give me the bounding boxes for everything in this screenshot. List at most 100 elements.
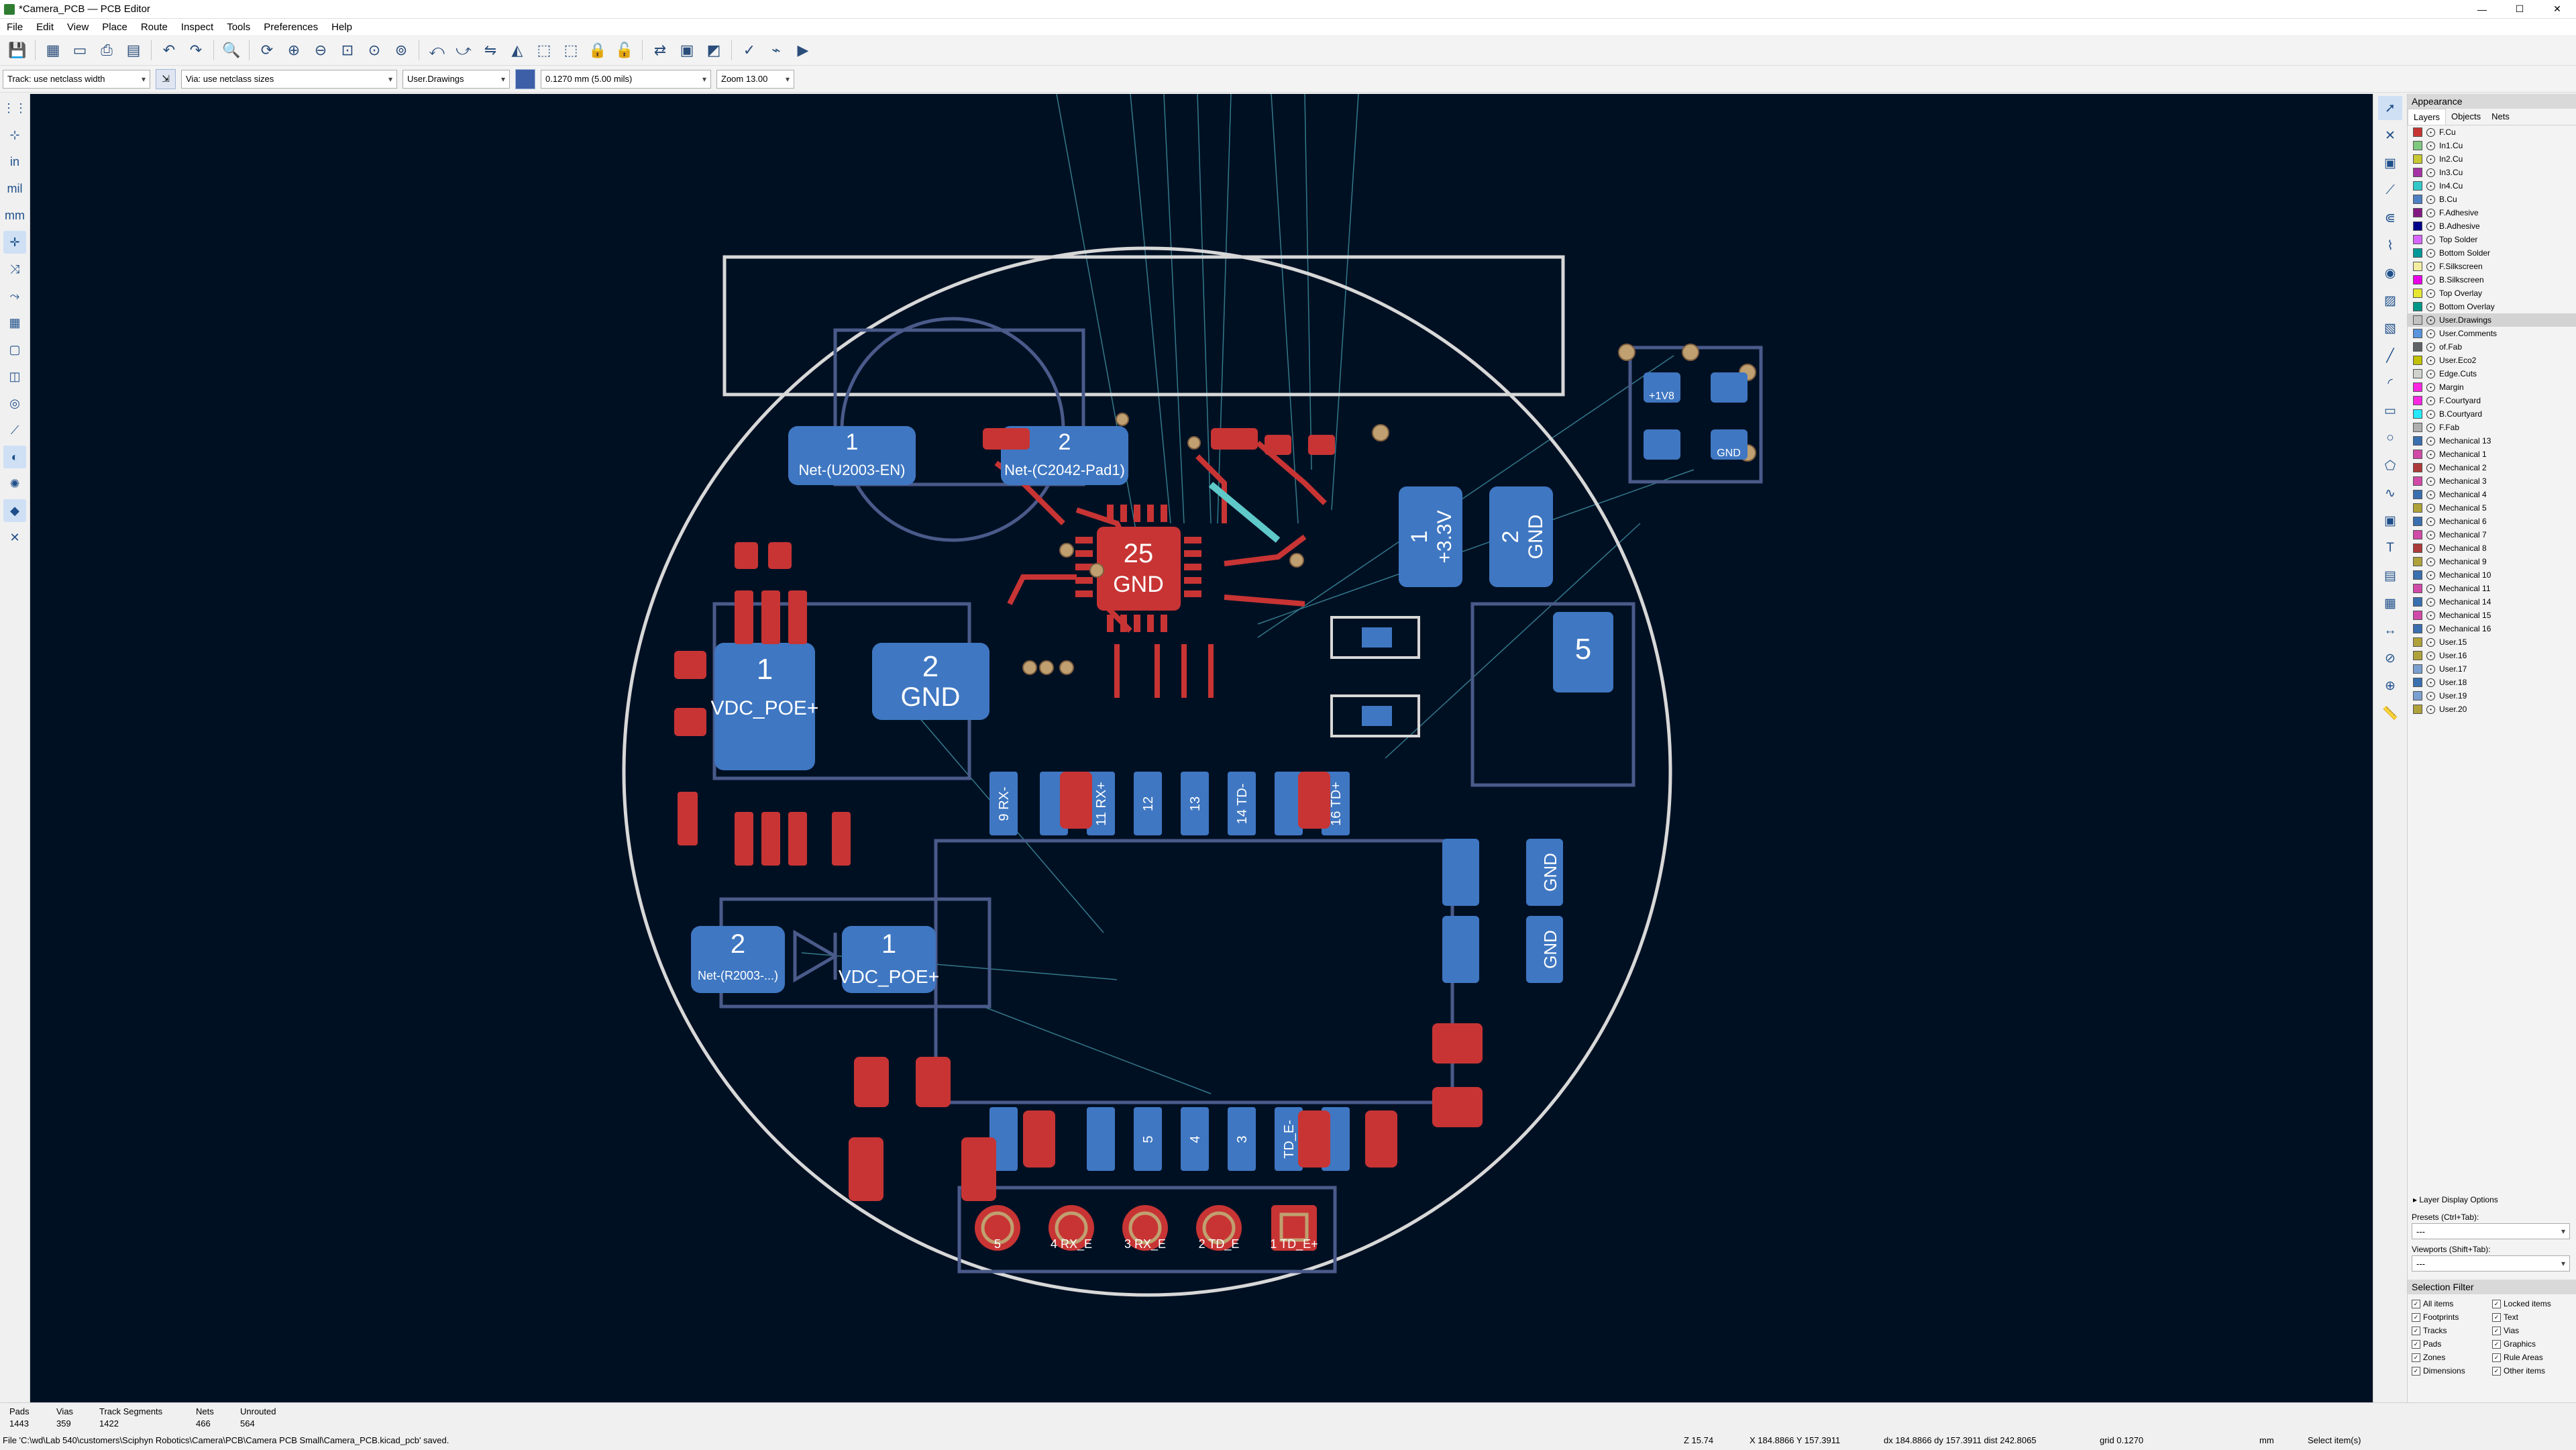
minimize-button[interactable]: — — [2463, 0, 2501, 18]
flip-icon[interactable]: ⇋ — [478, 38, 502, 62]
grid-icon[interactable]: ⋮⋮ — [3, 97, 27, 119]
layer-color-swatch[interactable] — [2413, 557, 2422, 566]
visibility-eye-icon[interactable]: • — [2426, 637, 2435, 647]
redo-icon[interactable]: ↷ — [184, 38, 208, 62]
track-width-select[interactable]: Track: use netclass width — [3, 69, 150, 89]
layer-row[interactable]: • F.Silkscreen — [2408, 260, 2576, 273]
tab-nets[interactable]: Nets — [2486, 109, 2515, 125]
layer-color-swatch[interactable] — [2413, 517, 2422, 526]
visibility-eye-icon[interactable]: • — [2426, 436, 2435, 446]
layer-row[interactable]: • User.Comments — [2408, 327, 2576, 340]
layer-color-swatch[interactable] — [2413, 235, 2422, 244]
add-zone-icon[interactable]: ▨ — [2378, 289, 2402, 313]
lock-icon[interactable]: 🔒 — [586, 38, 610, 62]
layer-color-swatch[interactable] — [2413, 503, 2422, 513]
visibility-eye-icon[interactable]: • — [2426, 235, 2435, 244]
diff-pair-icon[interactable]: ⋐ — [2378, 206, 2402, 230]
visibility-eye-icon[interactable]: • — [2426, 476, 2435, 486]
draw-line-icon[interactable]: ╱ — [2378, 344, 2402, 368]
net-highlight-icon[interactable]: ✺ — [3, 472, 26, 495]
auto-track-width-icon[interactable]: ⇲ — [156, 68, 176, 89]
undo-icon[interactable]: ↶ — [157, 38, 181, 62]
layer-row[interactable]: • User.16 — [2408, 649, 2576, 662]
visibility-eye-icon[interactable]: • — [2426, 208, 2435, 217]
ratsnest-icon[interactable]: ⤨ — [3, 258, 26, 280]
3d-viewer-icon[interactable]: ◩ — [702, 38, 726, 62]
menu-view[interactable]: View — [60, 21, 95, 33]
visibility-eye-icon[interactable]: • — [2426, 168, 2435, 177]
ungroup-icon[interactable]: ⬚ — [559, 38, 583, 62]
visibility-eye-icon[interactable]: • — [2426, 664, 2435, 674]
layer-row[interactable]: • Mechanical 11 — [2408, 582, 2576, 595]
zoom-in-icon[interactable]: ⊕ — [282, 38, 306, 62]
layer-color-swatch[interactable] — [2413, 208, 2422, 217]
zone-outline-icon[interactable]: ▢ — [3, 338, 26, 361]
rule-area-icon[interactable]: ▧ — [2378, 316, 2402, 340]
close-button[interactable]: ✕ — [2538, 0, 2576, 18]
unlock-icon[interactable]: 🔓 — [612, 38, 637, 62]
visibility-eye-icon[interactable]: • — [2426, 423, 2435, 432]
layer-row[interactable]: • F.Cu — [2408, 125, 2576, 139]
draw-bezier-icon[interactable]: ∿ — [2378, 481, 2402, 505]
polar-grid-icon[interactable]: ⊹ — [3, 123, 26, 146]
millimeter-icon[interactable]: mm — [3, 204, 26, 227]
zone-fill-icon[interactable]: ▦ — [3, 311, 26, 334]
filter-option[interactable]: ✓ Text — [2492, 1310, 2573, 1324]
visibility-eye-icon[interactable]: • — [2426, 557, 2435, 566]
layer-color-swatch[interactable] — [2413, 168, 2422, 177]
layer-row[interactable]: • B.Silkscreen — [2408, 273, 2576, 287]
layer-color-swatch[interactable] — [2413, 221, 2422, 231]
appearance-panel-icon[interactable]: ◆ — [3, 499, 26, 522]
layer-color-swatch[interactable] — [2413, 315, 2422, 325]
layer-color-swatch[interactable] — [2413, 382, 2422, 392]
visibility-eye-icon[interactable]: • — [2426, 248, 2435, 258]
visibility-eye-icon[interactable]: • — [2426, 141, 2435, 150]
add-textbox-icon[interactable]: ▤ — [2378, 564, 2402, 588]
visibility-eye-icon[interactable]: • — [2426, 356, 2435, 365]
visibility-eye-icon[interactable]: • — [2426, 517, 2435, 526]
visibility-eye-icon[interactable]: • — [2426, 678, 2435, 687]
layer-row[interactable]: • Top Overlay — [2408, 287, 2576, 300]
layer-color-swatch[interactable] — [2413, 463, 2422, 472]
layer-row[interactable]: • User.Drawings — [2408, 313, 2576, 327]
layer-color-swatch[interactable] — [2413, 195, 2422, 204]
measure-icon[interactable]: 📏 — [2378, 701, 2402, 725]
plot-icon[interactable]: ▤ — [121, 38, 146, 62]
group-icon[interactable]: ⬚ — [532, 38, 556, 62]
tune-length-icon[interactable]: ⌇ — [2378, 234, 2402, 258]
filter-option[interactable]: ✓ Footprints — [2412, 1310, 2492, 1324]
layer-color-swatch[interactable] — [2413, 476, 2422, 486]
visibility-eye-icon[interactable]: • — [2426, 262, 2435, 271]
layer-row[interactable]: • Margin — [2408, 380, 2576, 394]
layer-color-swatch[interactable] — [2413, 664, 2422, 674]
layer-row[interactable]: • Top Solder — [2408, 233, 2576, 246]
layer-color-swatch[interactable] — [2413, 181, 2422, 191]
filter-option[interactable]: ✓ Locked items — [2492, 1297, 2573, 1310]
layer-color-swatch[interactable] — [2413, 691, 2422, 701]
layer-row[interactable]: • User.18 — [2408, 676, 2576, 689]
design-rules-icon[interactable]: ✕ — [3, 526, 26, 549]
curved-ratsnest-icon[interactable]: ⤳ — [3, 284, 26, 307]
layer-row[interactable]: • Edge.Cuts — [2408, 367, 2576, 380]
layer-row[interactable]: • Mechanical 10 — [2408, 568, 2576, 582]
checkbox-icon[interactable]: ✓ — [2492, 1326, 2501, 1335]
mirror-icon[interactable]: ◭ — [505, 38, 529, 62]
maximize-button[interactable]: ☐ — [2501, 0, 2538, 18]
via-size-select[interactable]: Via: use netclass sizes — [181, 69, 397, 89]
layer-color-swatch[interactable] — [2413, 154, 2422, 164]
visibility-eye-icon[interactable]: • — [2426, 315, 2435, 325]
zoom-fit-icon[interactable]: ⊡ — [335, 38, 360, 62]
layer-row[interactable]: • Mechanical 16 — [2408, 622, 2576, 635]
layer-color-swatch[interactable] — [2413, 423, 2422, 432]
find-icon[interactable]: 🔍 — [219, 38, 244, 62]
visibility-eye-icon[interactable]: • — [2426, 624, 2435, 633]
filter-option[interactable]: ✓ Dimensions — [2412, 1364, 2492, 1378]
layer-row[interactable]: • Mechanical 15 — [2408, 609, 2576, 622]
filter-option[interactable]: ✓ Tracks — [2412, 1324, 2492, 1337]
refresh-icon[interactable]: ⟳ — [255, 38, 279, 62]
draw-circle-icon[interactable]: ○ — [2378, 426, 2402, 450]
visibility-eye-icon[interactable]: • — [2426, 127, 2435, 137]
layer-row[interactable]: • Mechanical 7 — [2408, 528, 2576, 541]
menu-tools[interactable]: Tools — [220, 21, 257, 33]
layer-row[interactable]: • F.Fab — [2408, 421, 2576, 434]
